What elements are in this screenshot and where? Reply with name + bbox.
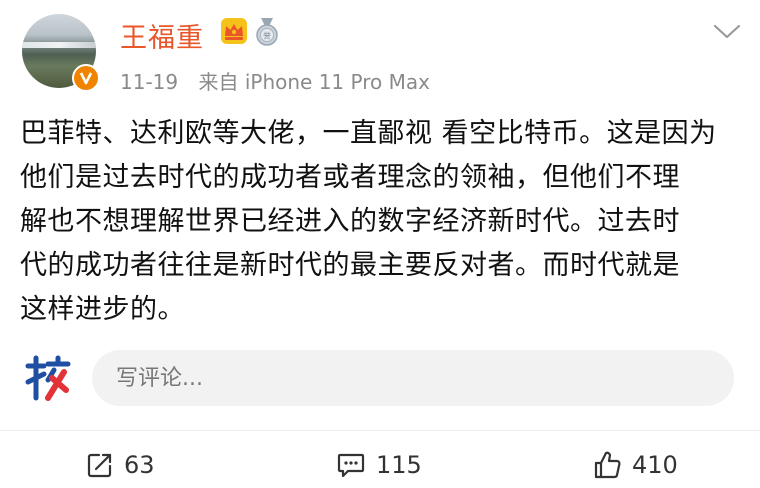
verified-badge — [72, 64, 100, 92]
like-button[interactable]: 410 — [592, 447, 678, 483]
comment-button[interactable]: 115 — [336, 447, 422, 483]
comment-icon — [337, 453, 365, 478]
chevron-down-icon[interactable] — [712, 22, 742, 42]
post-line: 这样进步的。 — [20, 294, 185, 325]
post-meta: 11-19 来自 iPhone 11 Pro Max — [120, 66, 444, 95]
post-line: 解也不想理解世界已经进入的数字经济新时代。过去时 — [20, 206, 680, 237]
comment-input[interactable] — [114, 364, 678, 392]
post-source: 来自 iPhone 11 Pro Max — [198, 70, 430, 94]
post-line: 巴菲特、达利欧等大佬，一直鄙视 看空比特币。这是因为 — [20, 118, 717, 149]
comment-count: 115 — [376, 451, 422, 479]
svg-text:誉: 誉 — [263, 31, 271, 41]
divider — [0, 430, 760, 431]
post-line: 代的成功者往往是新时代的最主要反对者。而时代就是 — [20, 250, 680, 281]
like-count: 410 — [632, 451, 678, 479]
post-date: 11-19 — [120, 70, 179, 94]
post-line: 他们是过去时代的成功者或者理念的领袖，但他们不理 — [20, 162, 680, 193]
comment-box[interactable] — [92, 350, 734, 406]
avatar-landscape — [22, 42, 96, 48]
username[interactable]: 王福重 — [120, 16, 204, 55]
like-icon — [594, 451, 621, 479]
crown-badge-icon[interactable] — [220, 17, 248, 45]
repost-count: 63 — [124, 451, 155, 479]
repost-button[interactable]: 63 — [86, 447, 155, 483]
repost-icon — [87, 453, 112, 478]
medal-badge-icon[interactable]: 誉 — [255, 17, 279, 47]
logo-he-icon — [25, 355, 71, 401]
verified-icon — [72, 64, 100, 92]
post-body: 巴菲特、达利欧等大佬，一直鄙视 看空比特币。这是因为 他们是过去时代的成功者或者… — [20, 112, 745, 332]
